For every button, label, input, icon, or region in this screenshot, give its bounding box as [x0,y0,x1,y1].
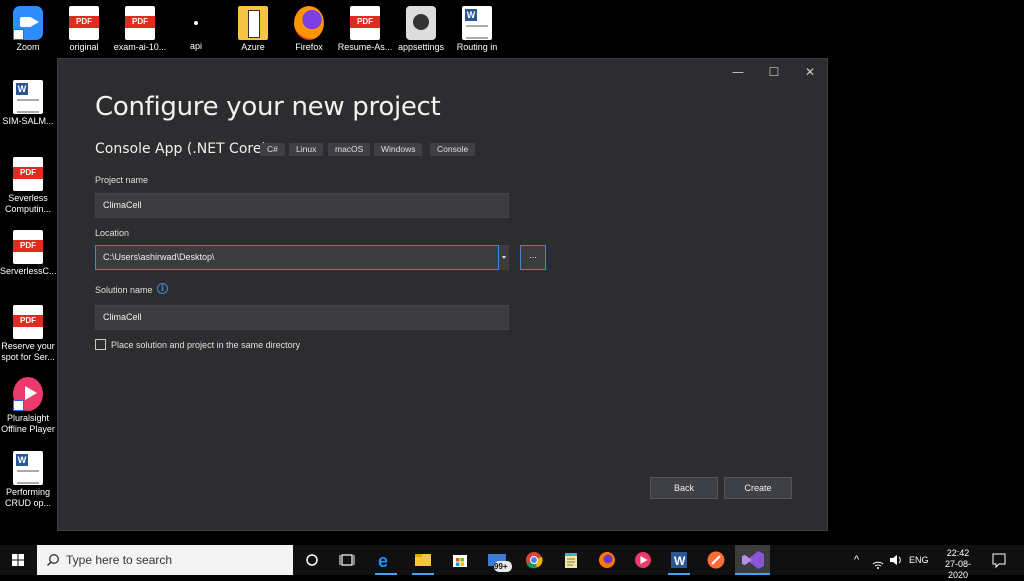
pdf-icon [350,6,380,40]
tag-windows: Windows [374,143,423,156]
desktop-icon-label: Pluralsight Offline Player [1,413,55,434]
location-combobox[interactable]: C:\Users\ashirwad\Desktop\ [95,245,509,270]
desktop-icon-zoom[interactable]: Zoom [0,6,56,53]
tag-console: Console [430,143,476,156]
desktop-icon-api[interactable]: api [168,6,224,52]
network-icon[interactable] [871,545,885,575]
location-label: Location [95,228,130,238]
tag-csharp: C# [260,143,285,156]
desktop-icon-firefox[interactable]: Firefox [281,6,337,53]
file-explorer-icon[interactable] [412,545,434,575]
template-name: Console App (.NET Core) [95,141,267,157]
search-placeholder: Type here to search [66,553,173,567]
firefox-icon[interactable] [596,545,618,575]
desktop-icon-label: Severless Computin... [4,193,52,214]
edge-icon[interactable]: e [375,545,397,575]
desktop-icon-azure[interactable]: Azure [225,6,281,53]
configure-project-dialog: — ☐ ✕ Configure your new project Console… [57,58,828,531]
pluralsight-icon[interactable] [632,545,654,575]
desktop-icon-label: Zoom [16,42,40,52]
notification-badge: 99+ [494,562,508,571]
language-indicator[interactable]: ENG [909,545,929,575]
volume-icon[interactable] [888,545,904,575]
pdf-icon [125,6,155,40]
cortana-icon[interactable] [302,545,322,575]
show-hidden-icons-chevron-icon[interactable]: ^ [854,545,859,575]
desktop-icon-label: Firefox [295,42,323,52]
solution-name-input[interactable]: ClimaCell [95,305,509,330]
pdf-icon [13,157,43,191]
desktop-icon-sim-salm[interactable]: SIM-SALM... [0,80,56,127]
pdf-icon [13,305,43,339]
search-icon [46,554,59,567]
solution-name-label: Solution name [95,285,153,295]
tag-linux: Linux [289,143,324,156]
pdf-icon [13,230,43,264]
desktop-icon-appsettings[interactable]: appsettings [393,6,449,53]
word-icon [13,80,43,114]
chrome-icon[interactable] [523,545,545,575]
desktop-icon-exam[interactable]: exam-ai-10... [112,6,168,53]
visual-studio-icon [735,551,770,575]
desktop-icon-routing[interactable]: Routing in [449,6,505,53]
pdf-icon [69,6,99,40]
maximize-button[interactable]: ☐ [756,59,792,85]
zoom-icon [13,6,43,40]
desktop-icon-original[interactable]: original [56,6,112,53]
location-dropdown-button[interactable] [498,245,509,270]
tag-macos: macOS [328,143,371,156]
close-button[interactable]: ✕ [792,59,828,85]
desktop-icon-label: original [69,42,99,52]
svg-text:e: e [378,551,388,571]
store-icon[interactable] [449,545,471,575]
settings-file-icon [406,6,436,40]
desktop-icon-label: Resume-As... [337,42,393,52]
desktop-icon-label: ServerlessC... [0,266,57,276]
desktop-icon-label: api [189,41,202,51]
clock-date: 27-08-2020 [944,559,971,580]
word-icon[interactable]: W [668,545,690,575]
desktop-icon-label: exam-ai-10... [113,42,167,52]
desktop-icon-label: SIM-SALM... [2,116,54,126]
project-name-input[interactable]: ClimaCell [95,193,509,218]
create-button[interactable]: Create [724,477,792,499]
desktop-icon-performing[interactable]: Performing CRUD op... [0,451,56,509]
svg-text:W: W [674,554,686,568]
windows-start-icon[interactable] [8,545,28,575]
task-view-icon[interactable] [337,545,357,575]
clock[interactable]: 22:42 27-08-2020 [935,545,981,580]
visual-studio-taskbar-item[interactable] [735,545,770,575]
desktop-icon-pluralsight[interactable]: Pluralsight Offline Player [0,377,56,435]
word-icon [462,6,492,40]
desktop-icon-label: appsettings [397,42,445,52]
desktop-icon-label: Routing in [456,42,498,52]
notepad-icon[interactable] [560,545,582,575]
pluralsight-icon [13,377,43,411]
desktop-icon-label: Azure [241,42,265,52]
browse-button[interactable]: ... [520,245,546,270]
desktop-icon-label: Reserve your spot for Ser... [1,341,55,362]
same-directory-checkbox[interactable] [95,339,106,350]
action-center-icon[interactable] [991,545,1007,575]
desktop-icon-reserve[interactable]: Reserve your spot for Ser... [0,305,56,363]
dialog-title: Configure your new project [95,92,441,122]
same-directory-label[interactable]: Place solution and project in the same d… [111,340,300,350]
desktop-icon-severless[interactable]: Severless Computin... [0,157,56,215]
desktop-icon-resume[interactable]: Resume-As... [337,6,393,53]
postman-icon[interactable] [705,545,727,575]
folder-icon [238,6,268,40]
desktop-icon-label: Performing CRUD op... [4,487,51,508]
info-icon[interactable]: i [157,283,168,294]
word-icon [13,451,43,485]
desktop-icon-serverlessc[interactable]: ServerlessC... [0,230,57,277]
back-button[interactable]: Back [650,477,718,499]
file-icon [194,21,198,25]
firefox-icon [294,6,324,40]
clock-time: 22:42 [946,548,970,558]
minimize-button[interactable]: — [720,59,756,85]
taskbar-search-box[interactable]: Type here to search [37,545,293,575]
project-name-label: Project name [95,175,149,185]
